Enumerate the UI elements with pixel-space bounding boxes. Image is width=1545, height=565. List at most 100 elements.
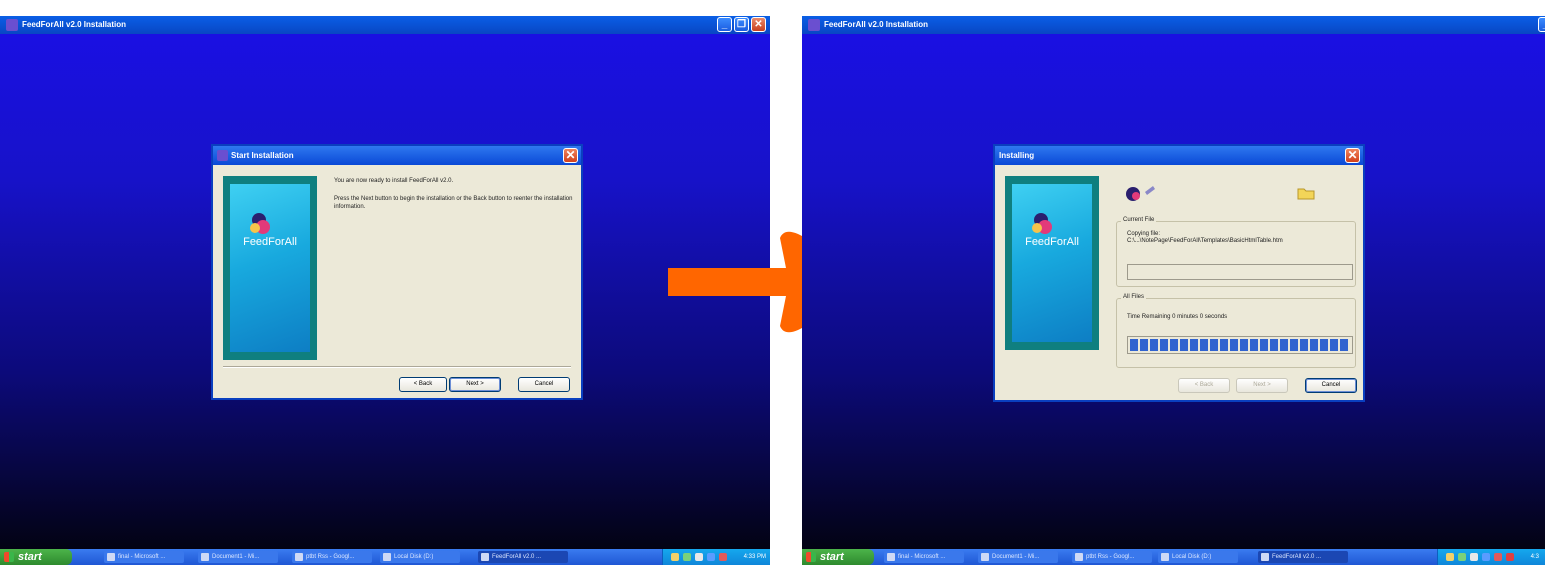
progress-block — [1230, 339, 1238, 351]
progress-block — [1300, 339, 1308, 351]
window-title: FeedForAll v2.0 Installation — [22, 20, 127, 29]
progress-block — [1170, 339, 1178, 351]
button-separator — [223, 366, 571, 368]
tray-icon[interactable] — [671, 553, 679, 561]
taskbar-item[interactable]: ptbt Rss - Googl... — [1072, 551, 1152, 563]
clock[interactable]: 4:33 PM — [744, 549, 766, 565]
progress-block — [1210, 339, 1218, 351]
tray-icon[interactable] — [1458, 553, 1466, 561]
tray-icon[interactable] — [695, 553, 703, 561]
next-button[interactable]: Next > — [449, 377, 501, 392]
app-icon — [808, 19, 820, 31]
progress-block — [1130, 339, 1138, 351]
copy-animation-icon — [1126, 186, 1155, 201]
product-banner: FeedForAll — [223, 176, 317, 360]
current-file-label: Current File — [1121, 217, 1157, 223]
progress-block — [1340, 339, 1348, 351]
installer-window-titlebar: FeedForAll v2.0 Installation _ — [802, 16, 1545, 34]
taskbar-item[interactable]: Local Disk (D:) — [380, 551, 460, 563]
window-title: FeedForAll v2.0 Installation — [824, 20, 929, 29]
installing-dialog: Installing ✕ FeedForAll Current File Cop… — [993, 144, 1365, 402]
progress-block — [1330, 339, 1338, 351]
time-remaining-text: Time Remaining 0 minutes 0 seconds — [1127, 314, 1228, 320]
tray-icon[interactable] — [1470, 553, 1478, 561]
document-icon — [887, 553, 895, 561]
progress-block — [1310, 339, 1318, 351]
current-file-path: C:\...\NotePage\FeedForAll\Templates\Bas… — [1127, 238, 1283, 244]
banner-logo-text: FeedForAll — [1025, 236, 1079, 248]
drive-icon — [383, 553, 391, 561]
dialog-close-button[interactable]: ✕ — [1345, 148, 1360, 163]
left-screenshot: FeedForAll v2.0 Installation _ ❐ ✕ Start… — [0, 16, 770, 565]
cancel-button[interactable]: Cancel — [1305, 378, 1357, 393]
dialog-titlebar: Start Installation ✕ — [213, 146, 581, 165]
minimize-button[interactable]: _ — [717, 17, 732, 32]
feedforall-logo-icon — [250, 213, 270, 234]
dialog-title: Start Installation — [231, 151, 294, 160]
installer-icon — [481, 553, 489, 561]
start-button[interactable]: start — [802, 549, 874, 565]
all-files-label: All Files — [1121, 294, 1147, 300]
taskbar-item-active[interactable]: FeedForAll v2.0 ... — [1258, 551, 1348, 563]
progress-block — [1270, 339, 1278, 351]
system-tray: 4:33 PM — [662, 549, 770, 565]
tray-icon[interactable] — [1494, 553, 1502, 561]
next-button[interactable]: Next > — [1236, 378, 1288, 393]
taskbar-item[interactable]: ptbt Rss - Googl... — [292, 551, 372, 563]
cancel-button[interactable]: Cancel — [518, 377, 570, 392]
progress-block — [1190, 339, 1198, 351]
tray-icon[interactable] — [719, 553, 727, 561]
right-screenshot: FeedForAll v2.0 Installation _ Installin… — [802, 16, 1545, 565]
start-installation-dialog: Start Installation ✕ FeedForAll You are … — [211, 144, 583, 400]
start-button[interactable]: start — [0, 549, 72, 565]
progress-block — [1140, 339, 1148, 351]
taskbar-item[interactable]: final - Microsoft ... — [884, 551, 964, 563]
tray-icon[interactable] — [1446, 553, 1454, 561]
taskbar-item-active[interactable]: FeedForAll v2.0 ... — [478, 551, 568, 563]
progress-block — [1280, 339, 1288, 351]
taskbar-item[interactable]: final - Microsoft ... — [104, 551, 184, 563]
folder-icon — [1297, 188, 1315, 200]
taskbar-item[interactable]: Document1 - Mi... — [198, 551, 278, 563]
app-icon — [6, 19, 18, 31]
installer-icon — [1261, 553, 1269, 561]
progress-block — [1250, 339, 1258, 351]
minimize-button[interactable]: _ — [1538, 17, 1545, 32]
progress-block — [1240, 339, 1248, 351]
windows-flag-icon — [806, 552, 816, 562]
feedforall-logo-icon — [1032, 213, 1052, 234]
dialog-close-button[interactable]: ✕ — [563, 148, 578, 163]
close-button[interactable]: ✕ — [751, 17, 766, 32]
instruction-message: Press the Next button to begin the insta… — [334, 196, 573, 210]
overall-progress-fill — [1130, 339, 1348, 351]
system-tray: 4:3 — [1437, 549, 1545, 565]
progress-block — [1200, 339, 1208, 351]
current-file-group: Current File Copying file: C:\...\NotePa… — [1116, 217, 1356, 287]
restore-button[interactable]: ❐ — [734, 17, 749, 32]
progress-block — [1320, 339, 1328, 351]
dialog-icon — [217, 150, 228, 161]
tray-icon[interactable] — [1482, 553, 1490, 561]
drive-icon — [1161, 553, 1169, 561]
installer-window-titlebar: FeedForAll v2.0 Installation _ ❐ ✕ — [0, 16, 770, 34]
clock[interactable]: 4:3 — [1531, 549, 1539, 565]
document-icon — [981, 553, 989, 561]
dialog-title: Installing — [999, 151, 1035, 160]
product-banner: FeedForAll — [1005, 176, 1099, 350]
taskbar-item[interactable]: Document1 - Mi... — [978, 551, 1058, 563]
browser-icon — [295, 553, 303, 561]
tray-icon[interactable] — [1506, 553, 1514, 561]
all-files-group: All Files Time Remaining 0 minutes 0 sec… — [1116, 294, 1356, 368]
overall-progress-bar — [1127, 336, 1353, 354]
progress-block — [1260, 339, 1268, 351]
banner-logo-text: FeedForAll — [243, 236, 297, 248]
tray-icon[interactable] — [707, 553, 715, 561]
windows-flag-icon — [4, 552, 14, 562]
document-icon — [107, 553, 115, 561]
dialog-titlebar: Installing ✕ — [995, 146, 1363, 165]
back-button[interactable]: < Back — [399, 377, 447, 392]
tray-icon[interactable] — [683, 553, 691, 561]
progress-block — [1290, 339, 1298, 351]
back-button[interactable]: < Back — [1178, 378, 1230, 393]
taskbar-item[interactable]: Local Disk (D:) — [1158, 551, 1238, 563]
